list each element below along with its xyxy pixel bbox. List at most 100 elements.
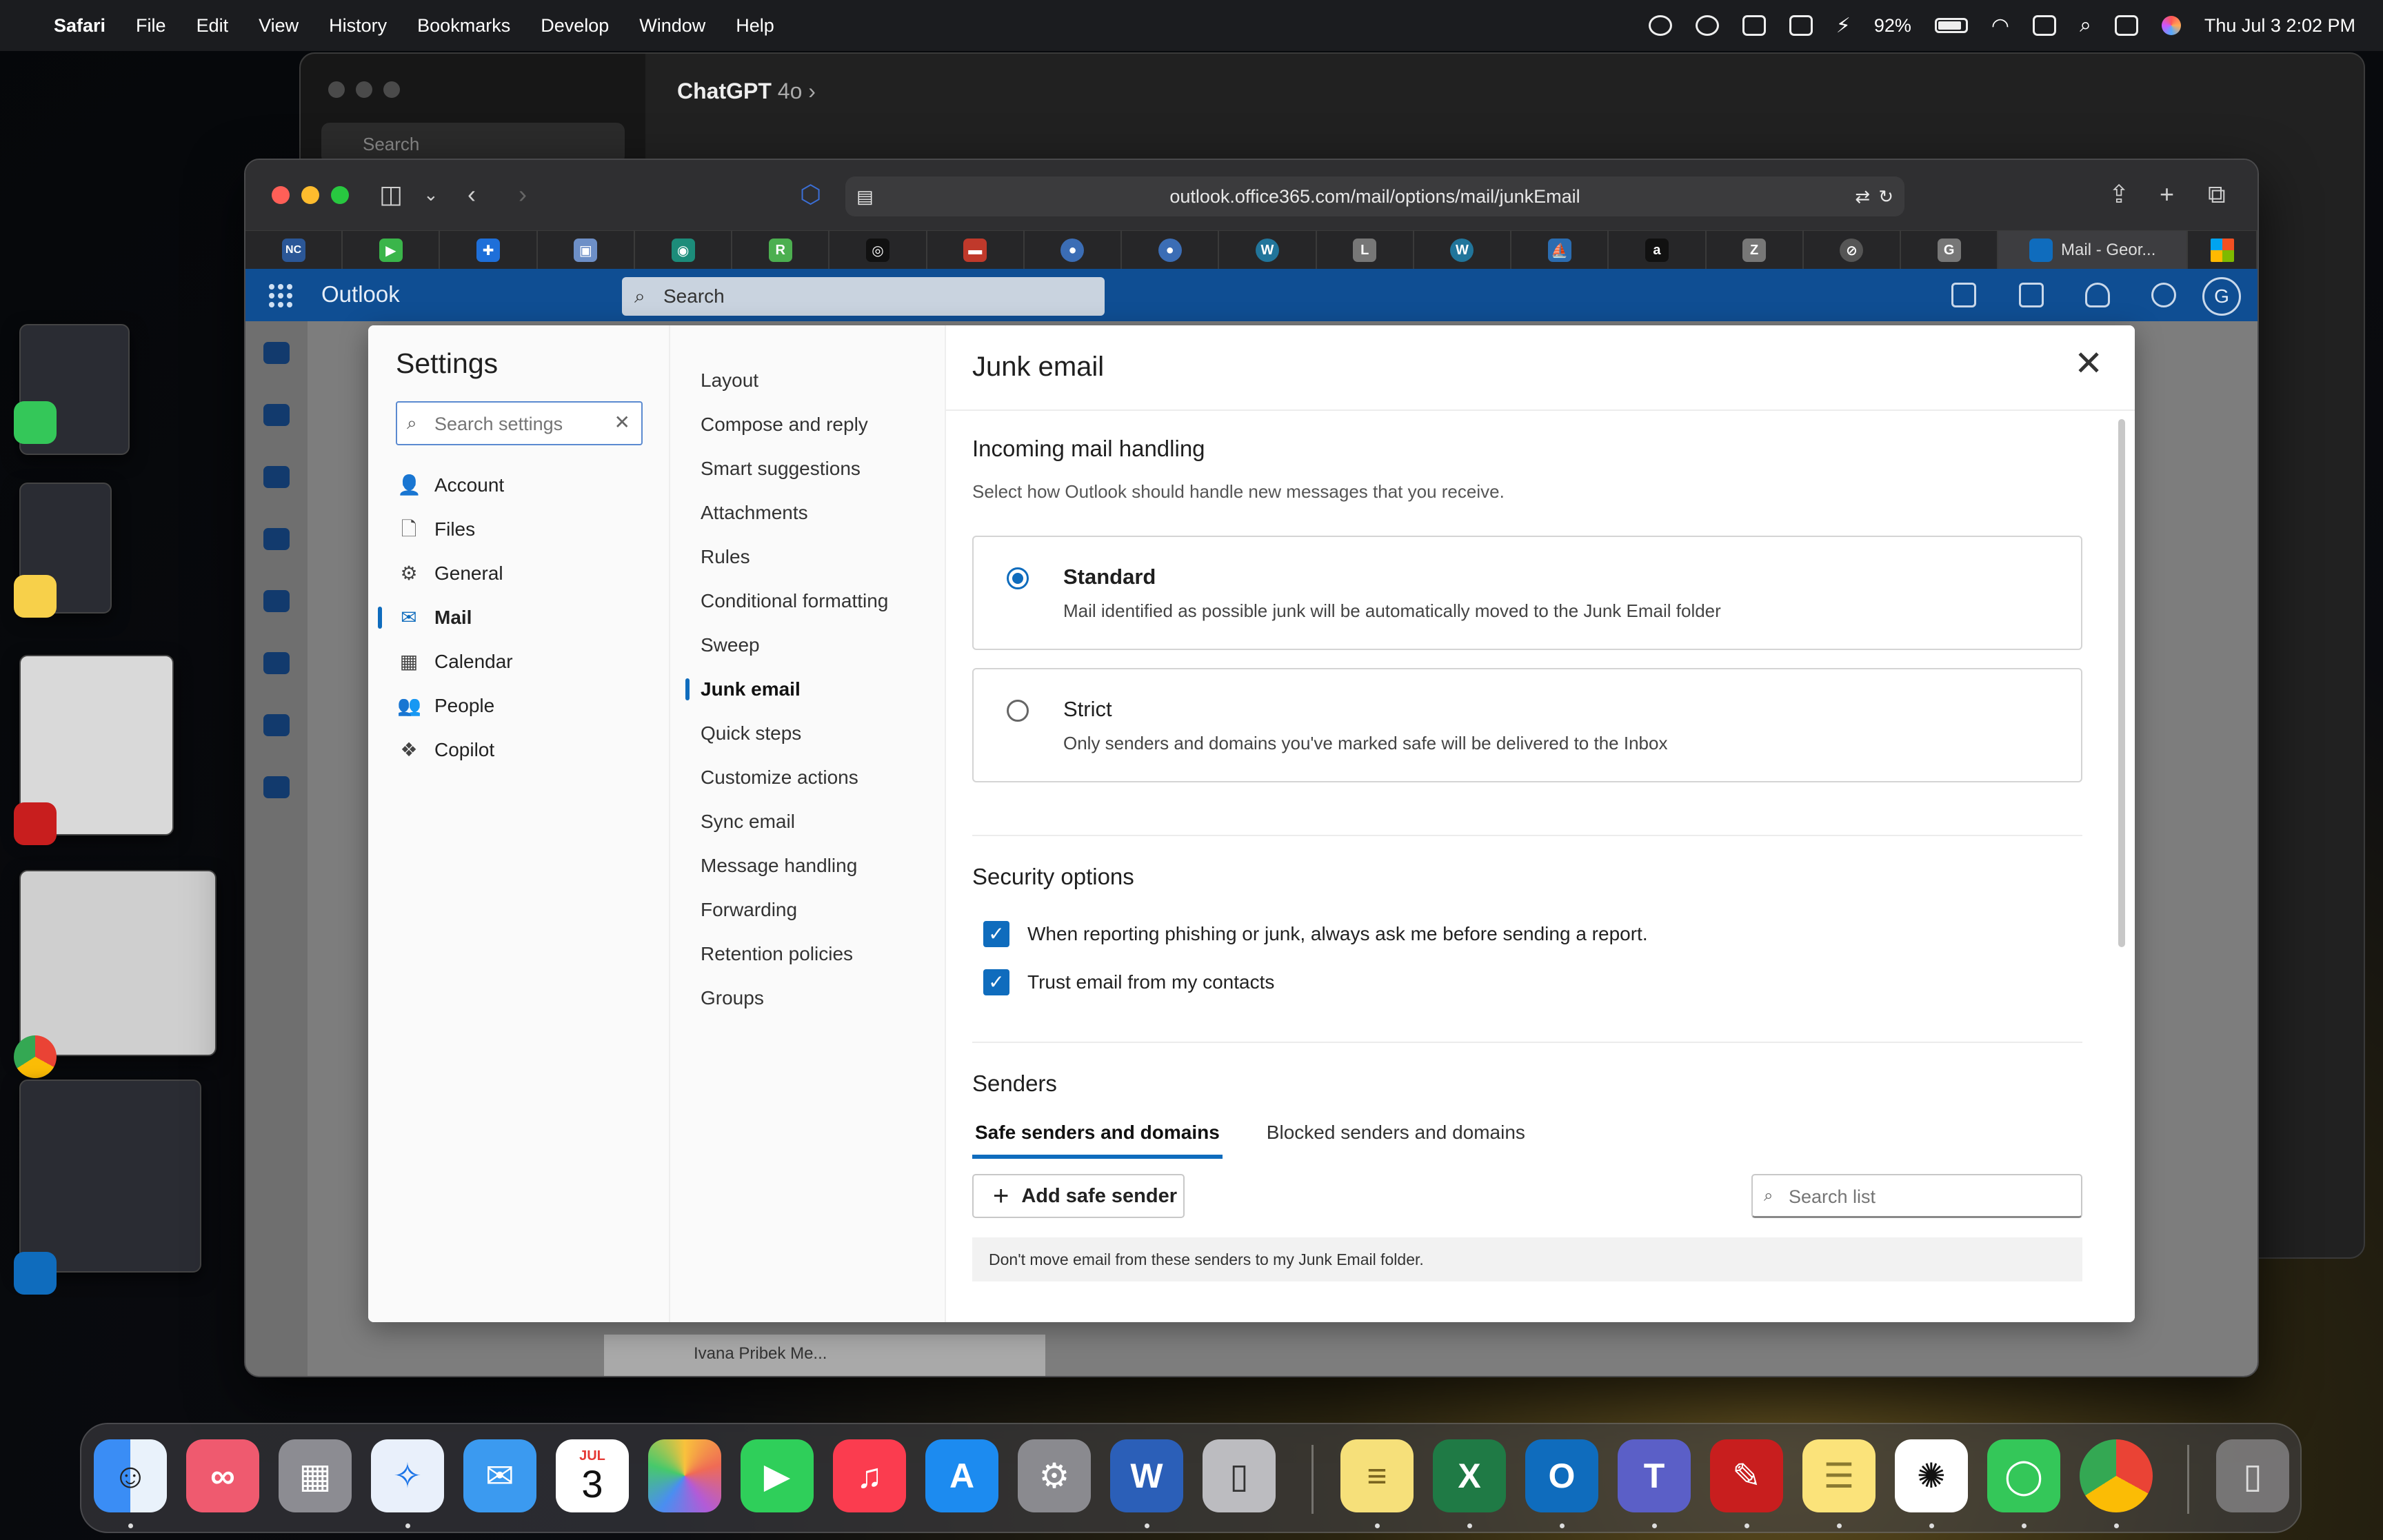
browser-tab[interactable]: R	[732, 231, 830, 270]
subcategory-rules[interactable]: Rules	[670, 535, 945, 579]
system-settings-icon[interactable]: ⚙	[1018, 1439, 1091, 1512]
chatgpt-window-controls[interactable]	[328, 81, 400, 98]
browser-tab[interactable]: NC	[245, 231, 343, 270]
forward-icon[interactable]: ›	[519, 179, 527, 210]
chrome-icon[interactable]	[2080, 1439, 2153, 1512]
subcategory-sync-email[interactable]: Sync email	[670, 800, 945, 844]
facetime-icon[interactable]: ▶	[741, 1439, 814, 1512]
mail-icon[interactable]: ✉	[463, 1439, 536, 1512]
chatgpt-search[interactable]: Search	[321, 123, 625, 164]
search-list[interactable]: ⌕	[1751, 1174, 2082, 1218]
subcategory-sweep[interactable]: Sweep	[670, 623, 945, 667]
option-strict[interactable]: Strict Only senders and domains you've m…	[972, 668, 2082, 782]
sidebar-toggle-icon[interactable]: ◫	[379, 179, 403, 210]
browser-tab[interactable]: a	[1609, 231, 1707, 270]
option-ask-before-report[interactable]: ✓ When reporting phishing or junk, alway…	[972, 913, 2082, 955]
finder-icon[interactable]: ☺	[94, 1439, 167, 1512]
subcategory-attachments[interactable]: Attachments	[670, 491, 945, 535]
outlook-icon[interactable]: O	[1525, 1439, 1598, 1512]
standard-radio[interactable]	[1007, 567, 1029, 589]
outlook-search[interactable]: ⌕ Search	[622, 277, 1105, 316]
bolt-icon[interactable]: ⚡	[1836, 14, 1851, 38]
browser-tab[interactable]: ▬	[927, 231, 1025, 270]
browser-tab[interactable]: ⛵	[1511, 231, 1609, 270]
trash-icon[interactable]: ▯	[2216, 1439, 2289, 1512]
control-center-icon[interactable]	[2114, 15, 2138, 36]
strict-radio[interactable]	[1007, 700, 1029, 722]
people-rail-icon[interactable]	[263, 528, 290, 550]
tab-overview-icon[interactable]: ⧉	[2208, 179, 2226, 210]
new-tab-icon[interactable]: +	[2160, 179, 2174, 210]
chatgpt-status-icon[interactable]	[1648, 15, 1672, 36]
page-menu-icon[interactable]: ▤	[856, 176, 874, 216]
apps-rail-icon[interactable]	[263, 776, 290, 798]
menu-bookmarks[interactable]: Bookmarks	[417, 15, 510, 37]
teams-icon[interactable]	[1951, 283, 1976, 307]
browser-tab[interactable]: ✚	[440, 231, 538, 270]
notes-icon[interactable]: ☰	[1802, 1439, 1876, 1512]
category-people[interactable]: 👥 People	[388, 684, 656, 728]
back-icon[interactable]: ‹	[467, 179, 476, 210]
launchpad-icon[interactable]: ▦	[279, 1439, 352, 1512]
browser-tab[interactable]: G	[1901, 231, 1999, 270]
keyboard-icon[interactable]	[2033, 15, 2057, 36]
browser-tab[interactable]: L	[1317, 231, 1414, 270]
minimize-window-button[interactable]	[301, 186, 319, 204]
category-account[interactable]: 👤 Account	[388, 463, 656, 507]
wifi-icon[interactable]: ◠	[1991, 14, 2009, 38]
settings-search[interactable]: ⌕ ✕	[396, 401, 643, 445]
stage-thumb-outlook[interactable]	[19, 1080, 201, 1273]
menu-datetime[interactable]: Thu Jul 3 2:02 PM	[2204, 15, 2355, 37]
subcategory-junk-email[interactable]: Junk email	[670, 667, 945, 711]
option-standard[interactable]: Standard Mail identified as possible jun…	[972, 536, 2082, 650]
browser-tab-active[interactable]: Mail - Geor...	[1998, 231, 2189, 270]
acrobat-icon[interactable]: ✎	[1710, 1439, 1783, 1512]
chevron-down-icon[interactable]: ⌄	[423, 179, 439, 210]
close-icon[interactable]: ✕	[2074, 346, 2103, 381]
calendar-rail-icon[interactable]	[263, 404, 290, 426]
app-launcher-icon[interactable]	[269, 284, 292, 307]
browser-tab[interactable]	[2188, 231, 2258, 270]
word-icon[interactable]: W	[1110, 1439, 1183, 1512]
search-list-input[interactable]	[1789, 1184, 2064, 1210]
outlook-status-icon[interactable]	[1742, 15, 1766, 36]
translate-icon[interactable]: ⇄	[1855, 176, 1870, 216]
tab-safe-senders[interactable]: Safe senders and domains	[972, 1122, 1223, 1159]
browser-tab[interactable]: ●	[1025, 231, 1123, 270]
subcategory-conditional-formatting[interactable]: Conditional formatting	[670, 579, 945, 623]
category-general[interactable]: ⚙ General	[388, 551, 656, 596]
safari-icon[interactable]: ✧	[371, 1439, 444, 1512]
battery-icon[interactable]	[1934, 18, 1968, 33]
subcategory-message-handling[interactable]: Message handling	[670, 844, 945, 888]
chatgpt-title[interactable]: ChatGPT 4o ›	[677, 79, 816, 104]
creative-cloud-status-icon[interactable]	[1695, 15, 1719, 36]
photos-icon[interactable]	[648, 1439, 721, 1512]
menu-help[interactable]: Help	[736, 15, 774, 37]
gear-icon[interactable]	[2151, 283, 2176, 307]
affinity-icon[interactable]: ∞	[186, 1439, 259, 1512]
iphone-mirroring-icon[interactable]: ▯	[1203, 1439, 1276, 1512]
subcategory-compose-and-reply[interactable]: Compose and reply	[670, 403, 945, 447]
onedrive-rail-icon[interactable]	[263, 714, 290, 736]
scrollbar[interactable]	[2118, 419, 2125, 947]
mail-rail-icon[interactable]	[263, 342, 290, 364]
browser-tab[interactable]: W	[1414, 231, 1512, 270]
checkbox-checked[interactable]: ✓	[983, 921, 1009, 947]
subcategory-groups[interactable]: Groups	[670, 976, 945, 1020]
option-trust-contacts[interactable]: ✓ Trust email from my contacts	[972, 962, 2082, 1003]
menu-history[interactable]: History	[329, 15, 387, 37]
org-rail-icon[interactable]	[263, 652, 290, 674]
checkbox-checked[interactable]: ✓	[983, 969, 1009, 995]
category-mail[interactable]: ✉ Mail	[378, 596, 656, 640]
my-day-icon[interactable]	[2019, 283, 2044, 307]
copilot-rail-icon[interactable]	[263, 466, 290, 488]
avatar[interactable]: G	[2202, 277, 2241, 316]
siri-icon[interactable]	[2161, 16, 2181, 35]
spotlight-search-icon[interactable]: ⌕	[2080, 14, 2091, 37]
clear-search-icon[interactable]: ✕	[614, 411, 630, 434]
todo-rail-icon[interactable]	[263, 590, 290, 612]
zoom-window-button[interactable]	[331, 186, 349, 204]
menu-view[interactable]: View	[259, 15, 299, 37]
subcategory-retention-policies[interactable]: Retention policies	[670, 932, 945, 976]
vpn-status-icon[interactable]	[1789, 15, 1813, 36]
